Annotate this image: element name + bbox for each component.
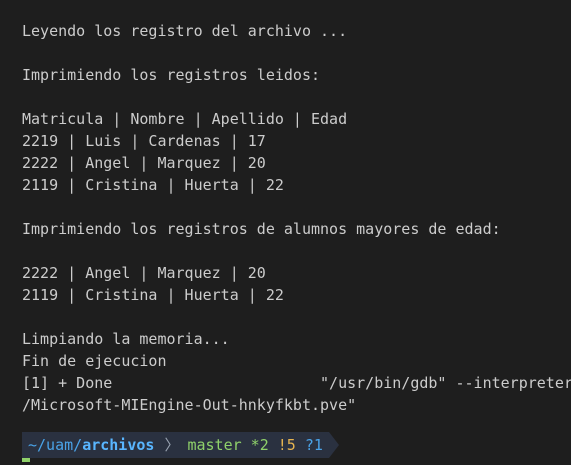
table-row: 2219 | Luis | Cardenas | 17 <box>22 132 266 150</box>
git-unstaged-count: !5 <box>277 436 296 454</box>
table-row: 2222 | Angel | Marquez | 20 <box>22 154 266 172</box>
cursor-icon <box>22 458 30 462</box>
chevron-right-icon: 〉 <box>160 432 184 458</box>
table-row: 2119 | Cristina | Huerta | 22 <box>22 286 284 304</box>
output-line-adults: Imprimiendo los registros de alumnos may… <box>22 220 501 238</box>
job-status-line: [1] + Done "/usr/bin/gdb" --interpreter=… <box>22 374 571 392</box>
output-line-reading: Leyendo los registro del archivo ... <box>22 22 348 40</box>
output-line-end: Fin de ejecucion <box>22 352 167 370</box>
output-line-cleanup: Limpiando la memoria... <box>22 330 230 348</box>
git-staged-count: *2 <box>250 436 269 454</box>
job-status-line-continued: /Microsoft-MIEngine-Out-hnkyfkbt.pve" <box>22 396 357 414</box>
prompt-arrow-icon <box>328 432 339 458</box>
input-line[interactable] <box>22 458 571 465</box>
shell-prompt: ~/uam/archivos 〉 master *2 !5 ?1 <box>22 432 571 458</box>
git-branch: master <box>187 436 242 454</box>
git-untracked-count: ?1 <box>304 436 323 454</box>
path-prefix: ~/uam/ <box>28 436 83 454</box>
path-current-dir: archivos <box>82 436 155 454</box>
terminal-window[interactable]: Leyendo los registro del archivo ... Imp… <box>0 0 571 465</box>
output-line-printing: Imprimiendo los registros leidos: <box>22 66 321 84</box>
prompt-git-status: master *2 !5 ?1 <box>183 432 329 458</box>
prompt-path: ~/uam/archivos <box>22 432 161 458</box>
table-header: Matricula | Nombre | Apellido | Edad <box>22 110 348 128</box>
table-row: 2222 | Angel | Marquez | 20 <box>22 264 266 282</box>
table-row: 2119 | Cristina | Huerta | 22 <box>22 176 284 194</box>
